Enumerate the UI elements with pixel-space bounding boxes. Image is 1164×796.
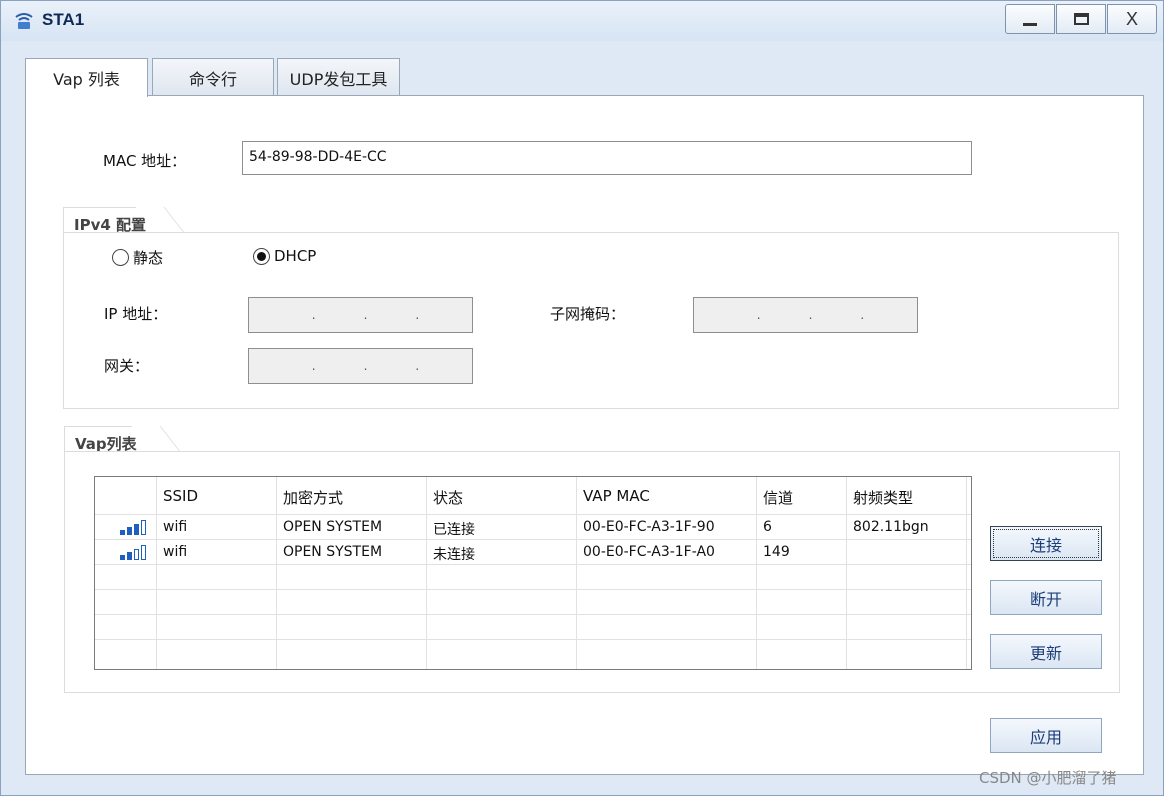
encryption-cell: OPEN SYSTEM [277,515,427,539]
mac-label: MAC 地址： [103,152,187,170]
signal-strength-icon [120,520,146,535]
radio-type-cell [847,540,967,564]
title-bar[interactable]: STA1 X [1,1,1163,41]
col-vap-mac[interactable]: VAP MAC [577,477,757,514]
channel-cell: 6 [757,515,847,539]
subnet-mask-label: 子网掩码： [550,305,626,323]
table-row-empty [95,590,971,615]
vap-table: SSID 加密方式 状态 VAP MAC 信道 射频类型 wifi OPEN S… [94,476,972,670]
disconnect-button[interactable]: 断开 [990,580,1102,615]
ipv4-group: 静态 DHCP IP 地址： ... 子网掩码： ... 网关： ... [63,232,1119,409]
col-radio-type[interactable]: 射频类型 [847,477,967,514]
mac-address-field[interactable]: 54-89-98-DD-4E-CC [242,141,972,175]
mask-dot: . [860,308,865,322]
ssid-cell: wifi [157,515,277,539]
subnet-mask-field: ... [693,297,918,333]
refresh-button[interactable]: 更新 [990,634,1102,669]
gateway-dot: . [363,359,368,373]
table-row[interactable]: wifi OPEN SYSTEM 已连接 00-E0-FC-A3-1F-90 6… [95,515,971,540]
table-row-empty [95,565,971,590]
status-cell: 未连接 [427,540,577,564]
minimize-button[interactable] [1005,4,1055,34]
apply-button[interactable]: 应用 [990,718,1102,753]
sta1-window: STA1 X Vap 列表 命令行 UDP发包工具 MAC 地址： 54-89-… [0,0,1164,796]
radio-dhcp-circle [253,247,270,265]
col-channel[interactable]: 信道 [757,477,847,514]
table-row-empty [95,615,971,640]
tab-vap-list[interactable]: Vap 列表 [25,58,148,97]
signal-strength-icon [120,545,146,560]
close-button[interactable]: X [1107,4,1157,34]
col-status[interactable]: 状态 [427,477,577,514]
encryption-cell: OPEN SYSTEM [277,540,427,564]
ip-dot: . [311,308,316,322]
col-signal [95,477,157,514]
tab-command-line[interactable]: 命令行 [152,58,274,96]
col-ssid[interactable]: SSID [157,477,277,514]
ip-address-field: ... [248,297,473,333]
close-icon: X [1125,8,1138,29]
gateway-field: ... [248,348,473,384]
maximize-button[interactable] [1056,4,1106,34]
channel-cell: 149 [757,540,847,564]
connect-button[interactable]: 连接 [990,526,1102,561]
col-encryption[interactable]: 加密方式 [277,477,427,514]
radio-static-label: 静态 [133,249,164,267]
radio-dhcp-label: DHCP [274,247,317,265]
gateway-label: 网关： [104,357,150,375]
ip-dot: . [415,308,420,322]
table-row-empty [95,640,971,669]
signal-cell [95,515,157,539]
maximize-icon [1073,13,1089,25]
ip-dot: . [363,308,368,322]
status-cell: 已连接 [427,515,577,539]
signal-cell [95,540,157,564]
gateway-dot: . [311,359,316,373]
app-icon [15,13,33,29]
radio-static[interactable]: 静态 [112,247,163,268]
radio-dhcp[interactable]: DHCP [253,247,316,265]
watermark: CSDN @小肥溜了猪 [979,769,1117,787]
table-row[interactable]: wifi OPEN SYSTEM 未连接 00-E0-FC-A3-1F-A0 1… [95,540,971,565]
vap-mac-cell: 00-E0-FC-A3-1F-A0 [577,540,757,564]
radio-static-circle [112,249,129,266]
ip-address-label: IP 地址： [104,305,168,323]
gateway-dot: . [415,359,420,373]
table-header: SSID 加密方式 状态 VAP MAC 信道 射频类型 [95,477,971,515]
vap-mac-cell: 00-E0-FC-A3-1F-90 [577,515,757,539]
mask-dot: . [808,308,813,322]
tab-content: MAC 地址： 54-89-98-DD-4E-CC IPv4 配置 静态 DHC… [25,95,1144,775]
minimize-icon [1023,22,1037,26]
radio-type-cell: 802.11bgn [847,515,967,539]
mask-dot: . [756,308,761,322]
ssid-cell: wifi [157,540,277,564]
tab-udp-tool[interactable]: UDP发包工具 [277,58,400,96]
window-title: STA1 [42,10,85,29]
